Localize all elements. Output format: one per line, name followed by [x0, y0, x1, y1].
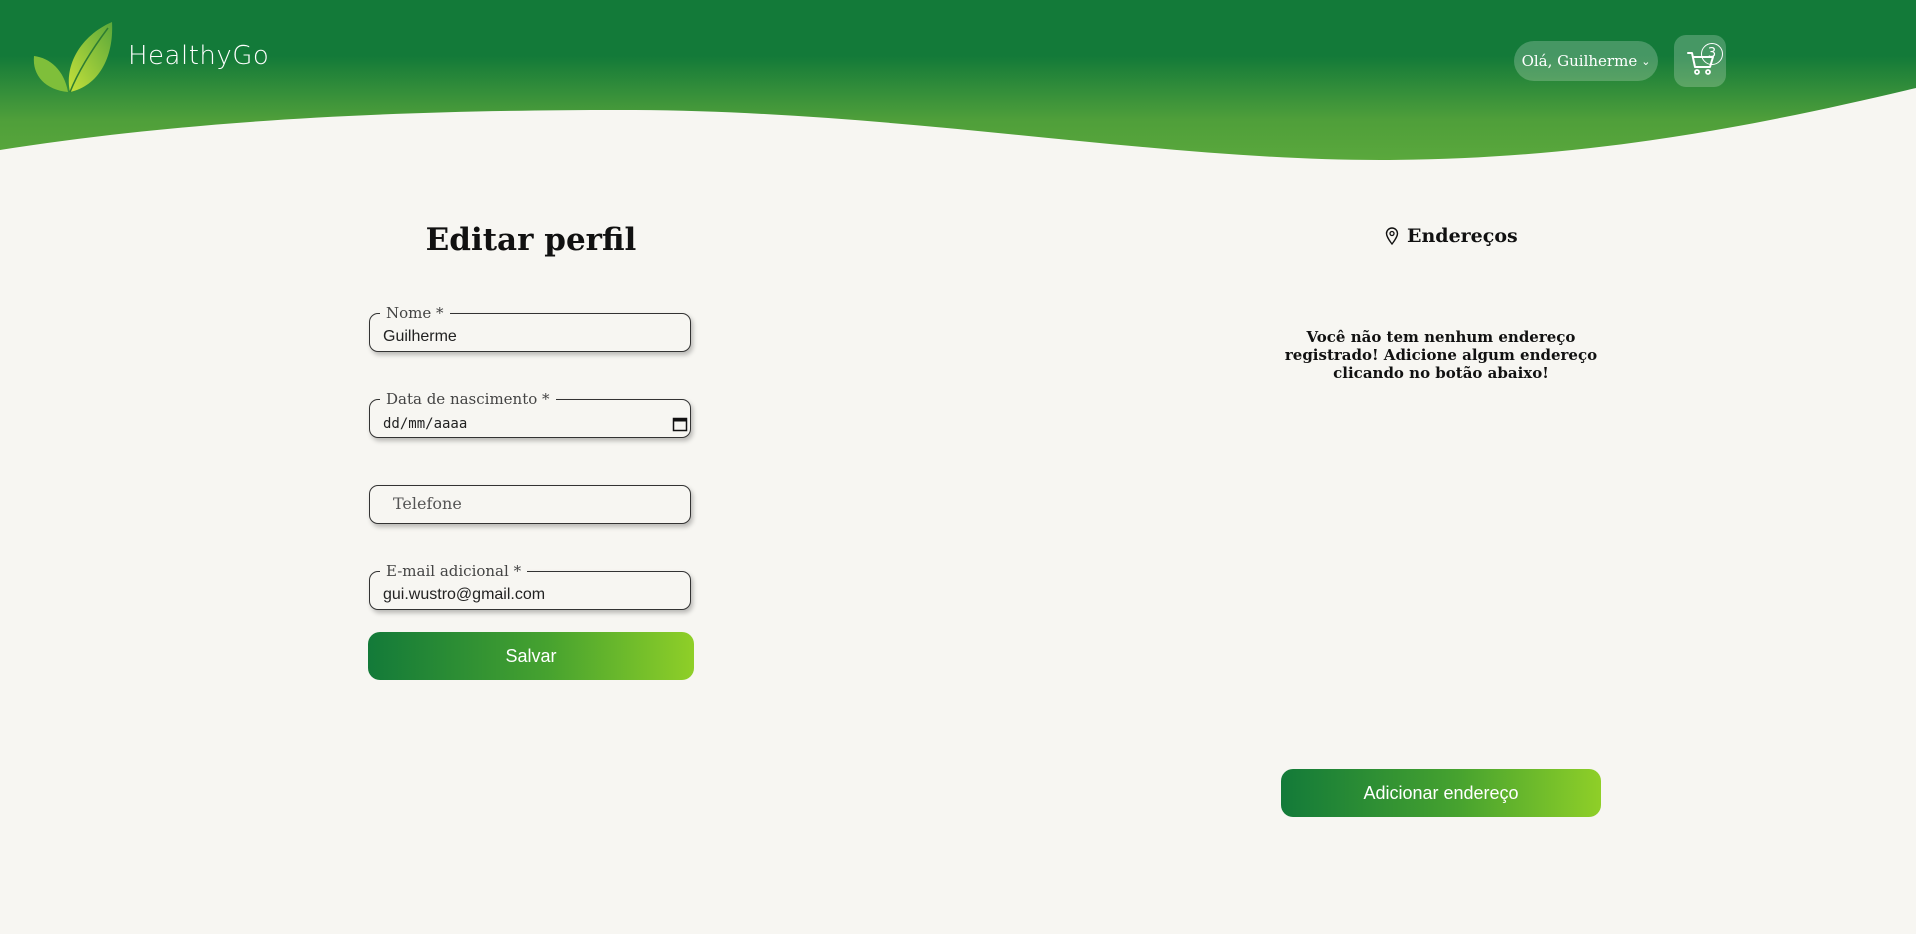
cart-button[interactable]: 3 — [1674, 35, 1726, 87]
email-field[interactable]: E-mail adicional * gui.wustro@gmail.com — [369, 562, 691, 610]
birthdate-value: dd/mm/aaaa — [383, 416, 468, 432]
calendar-icon[interactable] — [672, 416, 688, 432]
user-menu-button[interactable]: Olá, Guilherme ⌄ — [1514, 41, 1658, 81]
birthdate-field[interactable]: Data de nascimento * dd/mm/aaaa — [369, 390, 691, 438]
email-value: gui.wustro@gmail.com — [383, 586, 546, 603]
addresses-title: Endereços — [1407, 225, 1518, 247]
leaf-logo-icon — [33, 22, 113, 93]
header-background — [0, 0, 1916, 160]
phone-placeholder: Telefone — [393, 494, 462, 513]
page-title: Editar perfil — [425, 222, 637, 258]
chevron-down-icon: ⌄ — [1641, 54, 1651, 68]
email-label: E-mail adicional * — [380, 562, 528, 580]
add-address-button[interactable]: Adicionar endereço — [1281, 769, 1601, 817]
save-button[interactable]: Salvar — [368, 632, 694, 680]
name-value: Guilherme — [383, 328, 457, 345]
user-greeting: Olá, Guilherme — [1521, 52, 1638, 70]
addresses-header: Endereços — [1385, 225, 1518, 247]
addresses-empty-message: Você não tem nenhum endereço registrado!… — [1284, 328, 1598, 382]
birthdate-label: Data de nascimento * — [380, 390, 556, 408]
logo[interactable]: HealthyGo — [28, 18, 269, 94]
location-pin-icon — [1385, 227, 1399, 245]
name-label: Nome * — [380, 304, 450, 322]
name-field[interactable]: Nome * Guilherme — [369, 304, 691, 352]
cart-count-badge: 3 — [1701, 43, 1723, 65]
phone-field[interactable]: Telefone — [369, 485, 691, 524]
brand-name: HealthyGo — [128, 41, 270, 71]
